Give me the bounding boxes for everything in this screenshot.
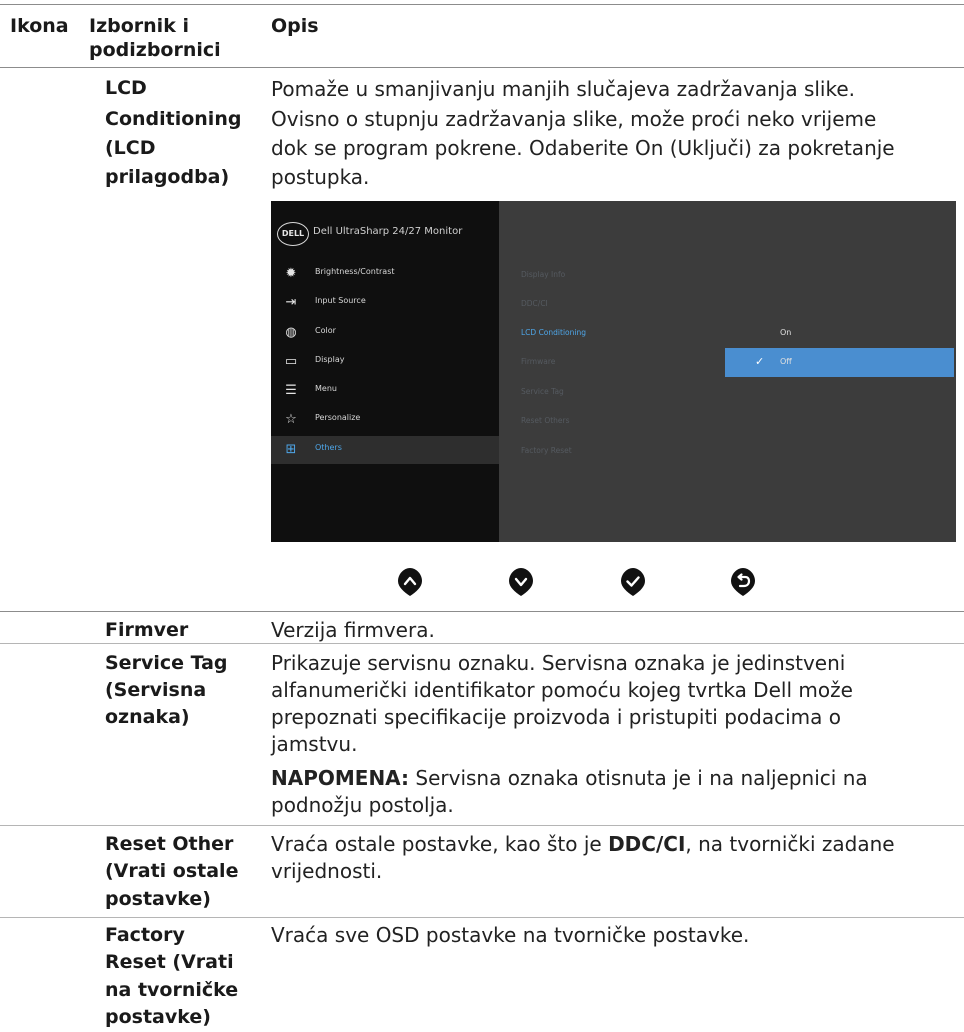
header-desc: Opis	[271, 15, 319, 37]
star-icon: ☆	[285, 412, 297, 427]
sun-icon: ✹	[285, 266, 297, 281]
osd-submenu-ddc-ci[interactable]: DDC/CI	[521, 299, 548, 308]
monitor-icon: ▭	[284, 354, 298, 369]
osd-submenu-lcd-conditioning[interactable]: LCD Conditioning	[521, 328, 586, 337]
others-icon: ⊞	[285, 442, 297, 457]
up-button-icon[interactable]	[397, 567, 423, 597]
service-tag-note-line2: podnožju postolja.	[271, 793, 454, 817]
service-tag-note: NAPOMENA: Servisna oznaka otisnuta je i …	[271, 766, 868, 790]
checkmark-icon: ✓	[755, 355, 765, 368]
header-icon: Ikona	[10, 15, 69, 37]
osd-menu-item-display[interactable]: ▭ Display	[271, 348, 499, 376]
input-icon: ⇥	[285, 295, 297, 310]
down-button-icon[interactable]	[508, 567, 534, 597]
firmware-bottom-rule	[0, 643, 964, 644]
osd-menu-screenshot: DELL Dell UltraSharp 24/27 Monitor ✹ Bri…	[271, 201, 956, 542]
note-label: NAPOMENA:	[271, 766, 410, 790]
back-button-icon[interactable]	[730, 567, 756, 597]
header-menu-line2: podizbornici	[89, 39, 221, 61]
firmware-top-rule	[0, 611, 964, 612]
osd-menu-item-color[interactable]: ◍ Color	[271, 319, 499, 347]
osd-menu-item-brightness[interactable]: ✹ Brightness/Contrast	[271, 260, 499, 288]
osd-menu-item-input-source[interactable]: ⇥ Input Source	[271, 289, 499, 317]
reset-other-bottom-rule	[0, 917, 964, 918]
dell-logo: DELL	[277, 222, 309, 246]
menu-icon: ☰	[285, 383, 297, 398]
osd-submenu-display-info[interactable]: Display Info	[521, 270, 565, 279]
osd-submenu-firmware[interactable]: Firmware	[521, 357, 555, 366]
osd-menu-item-personalize[interactable]: ☆ Personalize	[271, 406, 499, 434]
table-top-rule	[0, 4, 964, 5]
factory-reset-description: Vraća sve OSD postavke na tvorničke post…	[271, 923, 750, 947]
palette-icon: ◍	[285, 325, 297, 340]
ok-button-icon[interactable]	[620, 567, 646, 597]
osd-option-on[interactable]: On	[725, 319, 954, 348]
firmware-name: Firmver	[105, 619, 189, 641]
osd-submenu-reset-others[interactable]: Reset Others	[521, 416, 570, 425]
firmware-description: Verzija firmvera.	[271, 618, 435, 642]
osd-option-off[interactable]: ✓ Off	[725, 348, 954, 377]
reset-other-description: Vraća ostale postavke, kao što je DDC/CI…	[271, 832, 895, 856]
reset-other-description-line2: vrijednosti.	[271, 859, 383, 883]
osd-submenu-service-tag[interactable]: Service Tag	[521, 387, 564, 396]
service-tag-bottom-rule	[0, 825, 964, 826]
header-bottom-rule	[0, 67, 964, 68]
header-menu-line1: Izbornik i	[89, 15, 189, 37]
osd-menu-item-others[interactable]: ⊞ Others	[271, 436, 499, 464]
osd-title: Dell UltraSharp 24/27 Monitor	[313, 226, 463, 237]
osd-menu-item-menu[interactable]: ☰ Menu	[271, 377, 499, 405]
osd-submenu-factory-reset[interactable]: Factory Reset	[521, 446, 572, 455]
